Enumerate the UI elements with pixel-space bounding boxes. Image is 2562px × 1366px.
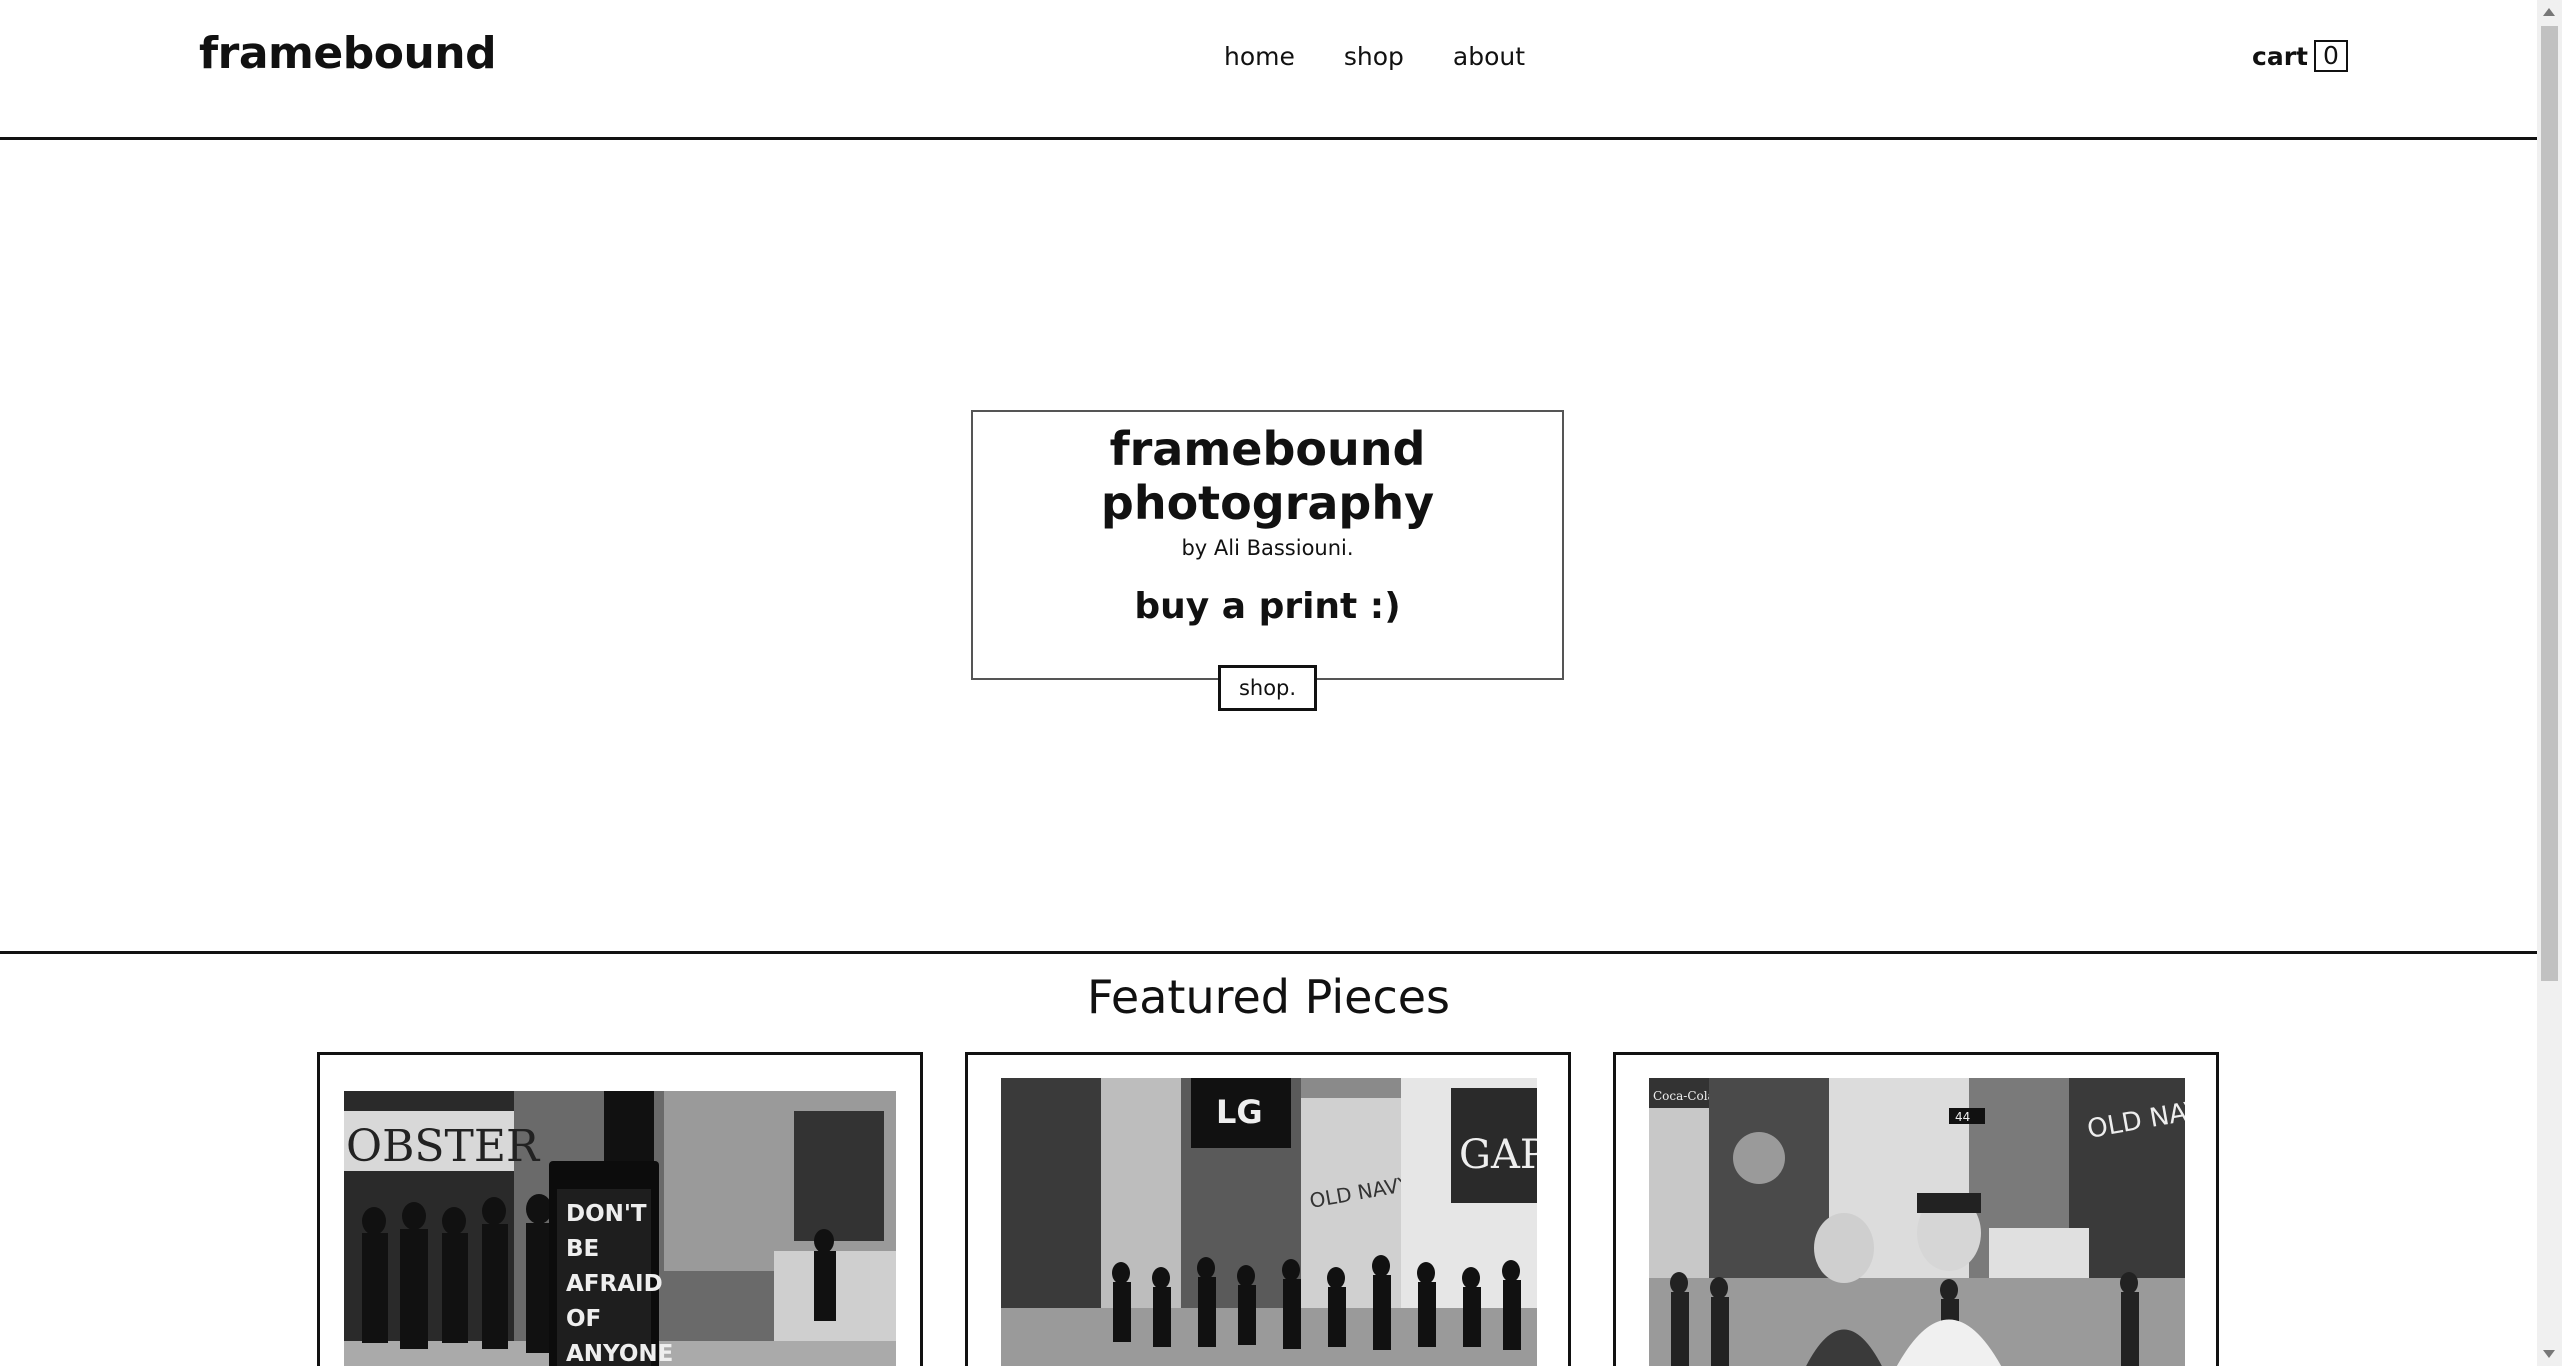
sign-line-2: BE xyxy=(566,1236,599,1262)
lg-sign-text: LG xyxy=(1216,1093,1263,1131)
sign-line-1: DON'T xyxy=(566,1201,647,1227)
hero-subtitle: by Ali Bassiouni. xyxy=(1181,536,1354,560)
cart-button[interactable]: cart 0 xyxy=(2252,40,2348,72)
hero-title: framebound photography xyxy=(1100,422,1435,530)
featured-photo-2[interactable]: LG OLD NAVY GAP xyxy=(1001,1078,1537,1366)
featured-card-2[interactable]: LG OLD NAVY GAP xyxy=(965,1052,1571,1366)
nav-home-link[interactable]: home xyxy=(1224,42,1295,71)
coca-cola-sign-text: Coca-Cola xyxy=(1653,1089,1715,1103)
page: framebound home shop about cart 0 frameb… xyxy=(0,0,2537,1366)
hero-cta-text: buy a print :) xyxy=(1134,586,1401,627)
main-nav: home shop about xyxy=(1224,42,1574,71)
scroll-down-arrow-icon[interactable] xyxy=(2543,1350,2555,1358)
nav-shop-link[interactable]: shop xyxy=(1344,42,1404,71)
gap-sign-text: GAP xyxy=(1459,1132,1537,1178)
sign-line-3: AFRAID xyxy=(566,1271,663,1297)
shop-button[interactable]: shop. xyxy=(1217,665,1318,711)
featured-title: Featured Pieces xyxy=(1086,970,1450,1024)
nav-about-link[interactable]: about xyxy=(1453,42,1525,71)
store-sign-text: OBSTER xyxy=(346,1121,541,1172)
scrollbar-thumb[interactable] xyxy=(2541,26,2558,981)
street-sign-text: 44 xyxy=(1955,1110,1970,1124)
vertical-scrollbar[interactable] xyxy=(2537,0,2562,1366)
sign-line-5: ANYONE xyxy=(566,1341,673,1366)
sign-line-4: OF xyxy=(566,1306,601,1332)
featured-card-1[interactable]: OBSTER DON'T BE AFRAID OF ANYONE xyxy=(317,1052,923,1366)
scroll-up-arrow-icon[interactable] xyxy=(2543,8,2555,16)
featured-photo-3[interactable]: Coca-Cola 44 OLD NAVY xyxy=(1649,1078,2185,1366)
featured-photo-1[interactable]: OBSTER DON'T BE AFRAID OF ANYONE xyxy=(344,1091,896,1366)
site-logo[interactable]: framebound xyxy=(199,28,497,79)
site-header: framebound home shop about cart 0 xyxy=(0,0,2537,140)
hero-box: framebound photography by Ali Bassiouni.… xyxy=(971,410,1564,711)
featured-card-3[interactable]: Coca-Cola 44 OLD NAVY xyxy=(1613,1052,2219,1366)
cart-count-badge: 0 xyxy=(2313,40,2348,72)
cart-label: cart xyxy=(2252,41,2308,71)
section-divider xyxy=(0,951,2537,954)
